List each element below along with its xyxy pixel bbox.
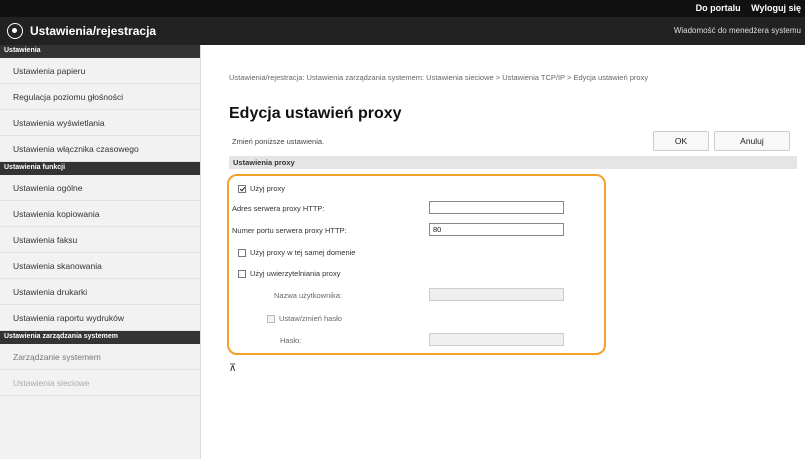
http-port-row: Numer portu serwera proxy HTTP: xyxy=(232,223,347,238)
set-password-checkbox[interactable] xyxy=(267,314,275,323)
proxy-auth-label: Użyj uwierzytelniania proxy xyxy=(250,269,341,278)
app-title: Ustawienia/rejestracja xyxy=(30,24,157,38)
sidebar-item-system-management[interactable]: Zarządzanie systemem xyxy=(0,344,200,370)
username-input[interactable] xyxy=(429,288,564,301)
breadcrumb: Ustawienia/rejestracja: Ustawienia zarzą… xyxy=(229,73,649,82)
ok-button[interactable]: OK xyxy=(653,131,709,151)
proxy-settings-panel: Użyj proxy Adres serwera proxy HTTP: Num… xyxy=(229,169,797,385)
portal-link[interactable]: Do portalu xyxy=(696,3,741,13)
username-label: Nazwa użytkownika: xyxy=(274,291,342,300)
sidebar-section-system: Ustawienia zarządzania systemem xyxy=(0,331,200,344)
proxy-auth-checkbox[interactable] xyxy=(238,269,246,278)
set-password-label: Ustaw/zmień hasło xyxy=(279,314,342,323)
http-address-label: Adres serwera proxy HTTP: xyxy=(232,204,325,213)
sidebar-item-copy[interactable]: Ustawienia kopiowania xyxy=(0,201,200,227)
back-to-top-icon[interactable]: ⊼ xyxy=(229,363,236,374)
sidebar-item-fax[interactable]: Ustawienia faksu xyxy=(0,227,200,253)
sidebar-section-function: Ustawienia funkcji xyxy=(0,162,200,175)
use-proxy-checkbox[interactable] xyxy=(238,184,246,193)
sidebar: Ustawienia Ustawienia papieru Regulacja … xyxy=(0,45,201,459)
sidebar-item-timer[interactable]: Ustawienia włącznika czasowego xyxy=(0,136,200,162)
sidebar-item-paper-settings[interactable]: Ustawienia papieru xyxy=(0,58,200,84)
password-input[interactable] xyxy=(429,333,564,346)
use-proxy-row: Użyj proxy xyxy=(238,181,285,196)
sidebar-item-print-report[interactable]: Ustawienia raportu wydruków xyxy=(0,305,200,331)
password-label: Hasło: xyxy=(280,336,302,345)
cancel-button[interactable]: Anuluj xyxy=(714,131,790,151)
same-domain-row: Użyj proxy w tej samej domenie xyxy=(238,245,355,260)
http-address-input[interactable] xyxy=(429,201,564,214)
sidebar-item-scan[interactable]: Ustawienia skanowania xyxy=(0,253,200,279)
sidebar-item-network[interactable]: Ustawienia sieciowe xyxy=(0,370,200,396)
logout-link[interactable]: Wyloguj się xyxy=(751,3,801,13)
top-links: Do portalu Wyloguj się xyxy=(688,3,801,13)
same-domain-label: Użyj proxy w tej samej domenie xyxy=(250,248,356,257)
sidebar-item-general[interactable]: Ustawienia ogólne xyxy=(0,175,200,201)
instruction-text: Zmień poniższe ustawienia. xyxy=(232,137,325,146)
settings-app-icon xyxy=(7,23,23,39)
proxy-auth-row: Użyj uwierzytelniania proxy xyxy=(238,266,340,281)
set-password-row: Ustaw/zmień hasło xyxy=(267,311,342,326)
same-domain-checkbox[interactable] xyxy=(238,248,246,257)
sidebar-section-settings: Ustawienia xyxy=(0,45,200,58)
username-row: Nazwa użytkownika: xyxy=(274,288,342,303)
instruction-row: Zmień poniższe ustawienia. OK Anuluj xyxy=(229,131,797,152)
message-to-admin-link[interactable]: Wiadomość do menedżera systemu xyxy=(674,26,801,35)
sidebar-item-display[interactable]: Ustawienia wyświetlania xyxy=(0,110,200,136)
main-content: Ustawienia/rejestracja: Ustawienia zarzą… xyxy=(201,45,805,459)
page-title: Edycja ustawień proxy xyxy=(229,105,402,122)
http-port-input[interactable]: 80 xyxy=(429,223,564,236)
top-bar: Do portalu Wyloguj się xyxy=(0,0,805,17)
header-bar: Ustawienia/rejestracja Wiadomość do mene… xyxy=(0,17,805,45)
sidebar-item-printer[interactable]: Ustawienia drukarki xyxy=(0,279,200,305)
http-address-row: Adres serwera proxy HTTP: xyxy=(232,201,325,216)
http-port-label: Numer portu serwera proxy HTTP: xyxy=(232,226,347,235)
section-header-proxy: Ustawienia proxy xyxy=(229,156,797,169)
use-proxy-label: Użyj proxy xyxy=(250,184,286,193)
password-row: Hasło: xyxy=(280,333,301,348)
sidebar-item-volume[interactable]: Regulacja poziomu głośności xyxy=(0,84,200,110)
